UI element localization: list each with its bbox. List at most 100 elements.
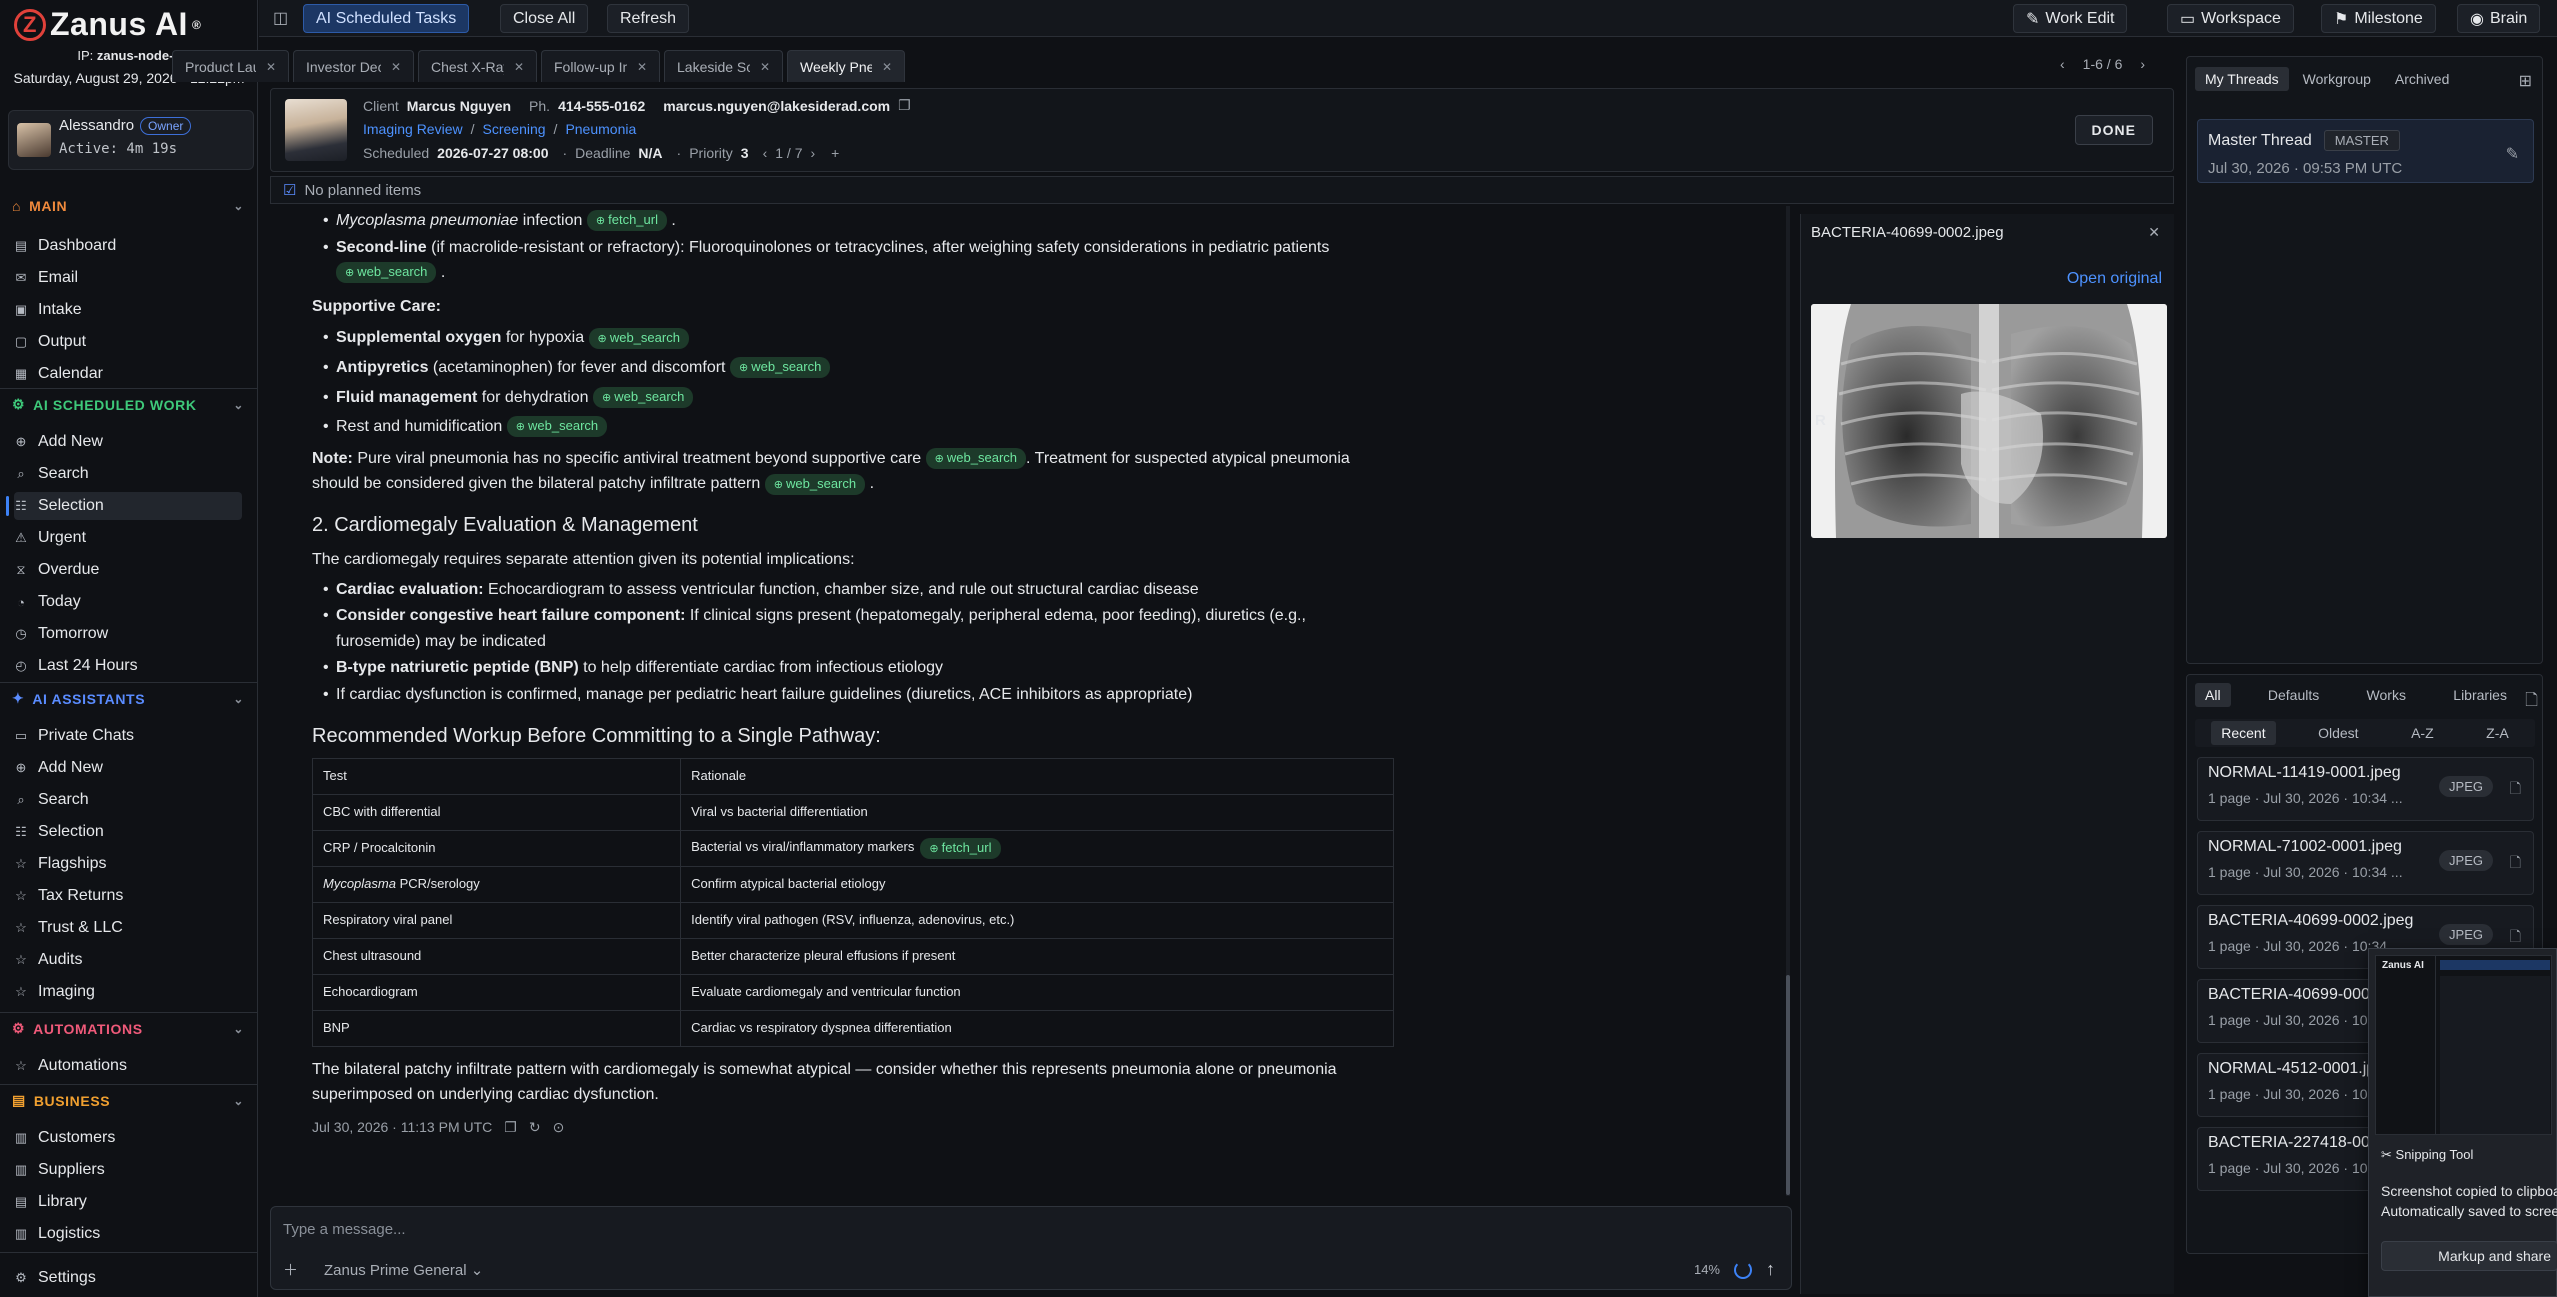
user-card[interactable]: Alessandro Owner Active: 4m 19s — [8, 110, 254, 170]
source-chip[interactable]: web_search — [506, 416, 608, 438]
new-thread-icon[interactable]: ⊞ — [2519, 71, 2532, 91]
document-icon[interactable]: 🗋 — [2510, 852, 2521, 876]
settings-icon[interactable]: ⊙ — [553, 1116, 565, 1138]
tab-2[interactable]: Investor Deck Review ✕ — [293, 50, 414, 82]
sidebar-item-selection[interactable]: ☷ Selection — [6, 492, 242, 520]
sidebar-item-private-chats[interactable]: ▭ Private Chats — [14, 722, 242, 750]
sidebar-item-selection[interactable]: ☷ Selection — [14, 818, 242, 846]
message-input[interactable]: Type a message... — [283, 1221, 406, 1238]
source-chip[interactable]: web_search — [588, 327, 689, 349]
close-icon[interactable]: ✕ — [266, 60, 276, 74]
close-all-button[interactable]: Close All — [500, 4, 589, 33]
chevron-left-icon[interactable]: ‹ — [763, 145, 768, 161]
snipping-tool-toast[interactable]: Zanus AI ✂ Snipping Tool Screenshot copi… — [2368, 948, 2557, 1297]
tab-5[interactable]: Lakeside Screening Q... ✕ — [664, 50, 783, 82]
add-icon[interactable]: + — [831, 145, 839, 161]
refresh-button[interactable]: Refresh — [607, 4, 690, 33]
sidebar-item-search[interactable]: ⌕ Search — [14, 460, 242, 488]
toggle-sidebar-icon[interactable]: ◫ — [273, 8, 288, 28]
sidebar-item-calendar[interactable]: ▦ Calendar — [14, 360, 242, 388]
chevron-down-icon[interactable]: ⌄ — [233, 398, 244, 412]
close-icon[interactable]: ✕ — [2148, 224, 2160, 241]
section-header-assistants[interactable]: ✦ AI ASSISTANTS ⌄ — [12, 690, 244, 707]
document-icon[interactable]: 🗋 — [2525, 689, 2538, 716]
sort-recent[interactable]: Recent — [2211, 721, 2276, 745]
breadcrumb-item[interactable]: Imaging Review — [363, 121, 463, 137]
pencil-icon[interactable]: ✎ — [2506, 144, 2519, 164]
sidebar-item-add-new[interactable]: ⊕ Add New — [14, 428, 242, 456]
chevron-down-icon[interactable]: ⌄ — [233, 692, 244, 706]
sidebar-item-search[interactable]: ⌕ Search — [14, 786, 242, 814]
chevron-down-icon[interactable]: ⌄ — [233, 199, 244, 213]
sidebar-item-settings[interactable]: ⚙ Settings — [14, 1264, 242, 1292]
section-header-main[interactable]: ⌂ MAIN ⌄ — [12, 198, 244, 214]
sort-oldest[interactable]: Oldest — [2308, 721, 2368, 745]
brain-button[interactable]: ◉ Brain — [2457, 4, 2541, 33]
chevron-down-icon[interactable]: ⌄ — [233, 1094, 244, 1108]
model-select[interactable]: Zanus Prime General ⌄ — [324, 1261, 483, 1279]
markup-button[interactable]: Markup and share — [2381, 1241, 2557, 1271]
source-chip[interactable]: web_search — [925, 448, 1027, 470]
tab-6[interactable]: Weekly Pneumonia S... ✕ — [787, 50, 905, 82]
workspace-button[interactable]: ▭ Workspace — [2167, 4, 2294, 33]
close-icon[interactable]: ✕ — [760, 60, 770, 74]
file-item[interactable]: NORMAL-11419-0001.jpeg 1 page · Jul 30, 2… — [2197, 757, 2534, 821]
tab-archived[interactable]: Archived — [2385, 67, 2459, 91]
copy-icon[interactable]: ❐ — [504, 1116, 517, 1138]
sidebar-item-last-24-hours[interactable]: ◴ Last 24 Hours — [14, 652, 242, 680]
done-button[interactable]: DONE — [2074, 115, 2153, 145]
sidebar-item-tomorrow[interactable]: ◷ Tomorrow — [14, 620, 242, 648]
tab-1[interactable]: Product Launch News... ✕ — [172, 50, 289, 82]
milestone-button[interactable]: ⚑ Milestone — [2321, 4, 2436, 33]
sidebar-item-add-new[interactable]: ⊕ Add New — [14, 754, 242, 782]
breadcrumb-item[interactable]: Pneumonia — [565, 121, 636, 137]
close-icon[interactable]: ✕ — [637, 60, 647, 74]
retry-icon[interactable]: ↻ — [529, 1116, 541, 1138]
filter-defaults[interactable]: Defaults — [2258, 683, 2329, 707]
breadcrumb-item[interactable]: Screening — [483, 121, 546, 137]
source-chip[interactable]: fetch_url — [920, 837, 1001, 859]
filter-works[interactable]: Works — [2357, 683, 2416, 707]
close-icon[interactable]: ✕ — [391, 60, 401, 74]
sidebar-item-output[interactable]: ▢ Output — [14, 328, 242, 356]
sidebar-item-flagships[interactable]: ☆ Flagships — [14, 850, 242, 878]
sidebar-item-intake[interactable]: ▣ Intake — [14, 296, 242, 324]
work-edit-button[interactable]: ✎ Work Edit — [2013, 4, 2128, 33]
chevron-right-icon[interactable]: › — [811, 145, 816, 161]
section-header-business[interactable]: ▤ BUSINESS ⌄ — [12, 1092, 244, 1109]
chevron-down-icon[interactable]: ⌄ — [233, 1022, 244, 1036]
filter-all[interactable]: All — [2195, 683, 2231, 707]
sidebar-item-logistics[interactable]: ▥ Logistics — [14, 1220, 242, 1248]
app-logo[interactable]: Z Zanus AI ® — [14, 6, 201, 43]
chevron-left-icon[interactable]: ‹ — [2060, 56, 2065, 72]
sidebar-item-urgent[interactable]: ⚠ Urgent — [14, 524, 242, 552]
sort-a-z[interactable]: A-Z — [2401, 721, 2444, 745]
copy-icon[interactable]: ❐ — [898, 97, 911, 114]
sidebar-item-dashboard[interactable]: ▤ Dashboard — [14, 232, 242, 260]
sidebar-item-tax-returns[interactable]: ☆ Tax Returns — [14, 882, 242, 910]
scrollbar-thumb[interactable] — [1786, 975, 1790, 1195]
sidebar-item-today[interactable]: ◔ Today — [14, 588, 242, 616]
scheduled-tasks-button[interactable]: AI Scheduled Tasks — [303, 4, 470, 33]
document-icon[interactable]: 🗋 — [2510, 926, 2521, 950]
source-chip[interactable]: web_search — [729, 357, 831, 379]
sidebar-item-automations[interactable]: ☆ Automations — [14, 1052, 242, 1080]
file-item[interactable]: NORMAL-71002-0001.jpeg 1 page · Jul 30, 2… — [2197, 831, 2534, 895]
section-header-automations[interactable]: ⚙ AUTOMATIONS ⌄ — [12, 1020, 244, 1037]
chevron-right-icon[interactable]: › — [2140, 56, 2145, 72]
sidebar-item-suppliers[interactable]: ▥ Suppliers — [14, 1156, 242, 1184]
screenshot-thumbnail[interactable]: Zanus AI — [2375, 955, 2552, 1135]
filter-libraries[interactable]: Libraries — [2443, 683, 2517, 707]
close-icon[interactable]: ✕ — [882, 60, 892, 74]
tab-4[interactable]: Follow-up Imaging Re... ✕ — [541, 50, 660, 82]
tab-my-threads[interactable]: My Threads — [2195, 67, 2289, 91]
send-arrow-icon[interactable]: ↑ — [1766, 1259, 1775, 1280]
source-chip[interactable]: web_search — [336, 262, 437, 284]
document-icon[interactable]: 🗋 — [2510, 778, 2521, 802]
sidebar-item-audits[interactable]: ☆ Audits — [14, 946, 242, 974]
open-original-link[interactable]: Open original — [2067, 270, 2162, 288]
checkbox-icon[interactable]: ☑ — [283, 181, 296, 199]
add-icon[interactable]: ＋ — [283, 1259, 298, 1280]
client-email[interactable]: marcus.nguyen@lakesiderad.com — [663, 98, 890, 114]
sidebar-item-customers[interactable]: ▥ Customers — [14, 1124, 242, 1152]
